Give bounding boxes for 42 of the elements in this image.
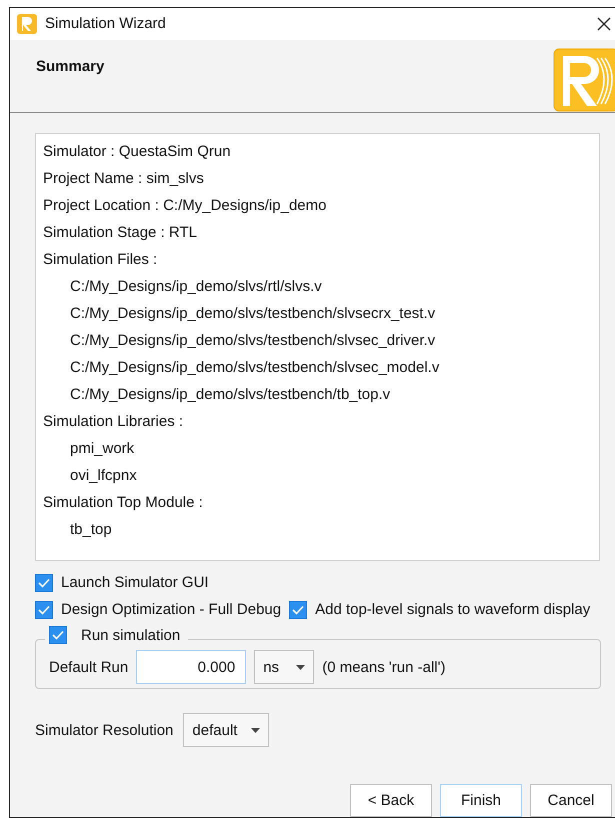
- summary-line: Simulation Libraries :: [43, 412, 184, 432]
- summary-line: Simulation Stage : RTL: [43, 223, 198, 243]
- checkbox[interactable]: [289, 600, 308, 618]
- summary-line: Simulation Files :: [43, 250, 158, 270]
- field-label: Simulator Resolution: [35, 722, 174, 738]
- caret-icon: [296, 664, 306, 670]
- dialog-button[interactable]: < Back: [350, 784, 432, 817]
- checkbox[interactable]: [35, 574, 53, 592]
- option-label: Add top-level signals to waveform display: [315, 601, 590, 618]
- summary-line: Simulation Top Module :: [43, 493, 204, 513]
- field-label: Default Run: [49, 658, 128, 676]
- summary-line: C:/My_Designs/ip_demo/slvs/testbench/slvsecrx_test.v: [69, 304, 436, 324]
- summary-line: Project Location : C:/My_Designs/ip_demo: [43, 196, 328, 216]
- summary-line: tb_top: [69, 520, 113, 540]
- summary-line: C:/My_Designs/ip_demo/slvs/testbench/slvsec_model.v: [69, 358, 440, 378]
- window-title: Simulation Wizard: [45, 15, 167, 32]
- page-title: Summary: [36, 58, 104, 75]
- option-label: Design Optimization - Full Debug: [61, 601, 282, 618]
- checkmark-icon: [38, 604, 50, 614]
- dialog-button[interactable]: Finish: [440, 784, 522, 817]
- group-label: Run simulation: [81, 626, 180, 644]
- default-run-field[interactable]: 0.000: [136, 650, 246, 684]
- resolution-dropdown[interactable]: default: [183, 713, 270, 747]
- checkbox[interactable]: [35, 600, 53, 618]
- summary-line: ovi_lfcpnx: [69, 466, 138, 486]
- summary-line: Simulator : QuestaSim Qrun: [43, 142, 232, 162]
- app-logo-icon: [17, 14, 37, 34]
- option-label: Launch Simulator GUI: [61, 574, 209, 591]
- summary-line: C:/My_Designs/ip_demo/slvs/testbench/slvsec_driver.v: [69, 331, 436, 351]
- summary-line: pmi_work: [69, 439, 136, 459]
- summary-line: C:/My_Designs/ip_demo/slvs/rtl/slvs.v: [69, 277, 323, 297]
- summary-line: Project Name : sim_slvs: [43, 169, 205, 189]
- checkmark-icon: [292, 604, 304, 614]
- dialog-button[interactable]: Cancel: [530, 784, 612, 817]
- hint-text: (0 means 'run -all'): [322, 658, 446, 676]
- close-icon[interactable]: [597, 16, 611, 31]
- checkmark-icon: [38, 578, 50, 588]
- checkbox[interactable]: [49, 626, 67, 644]
- unit-dropdown[interactable]: ns: [254, 650, 314, 684]
- summary-line: C:/My_Designs/ip_demo/slvs/testbench/tb_top.v: [69, 385, 392, 405]
- checkmark-icon: [52, 630, 64, 640]
- caret-icon: [251, 728, 260, 732]
